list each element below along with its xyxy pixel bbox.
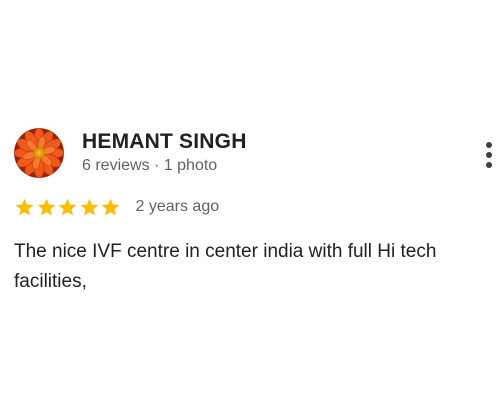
- author-name[interactable]: HEMANT SINGH: [82, 130, 247, 154]
- star-icon: [58, 198, 77, 215]
- star-icon: [80, 198, 98, 215]
- rating-row: 2 years ago: [14, 196, 219, 218]
- flower-avatar-icon: [14, 128, 64, 178]
- star-icon: [37, 198, 55, 215]
- more-options-button[interactable]: [478, 138, 500, 172]
- star-icon: [15, 198, 34, 215]
- review-time: 2 years ago: [135, 198, 220, 215]
- avatar[interactable]: [14, 128, 64, 178]
- author-meta[interactable]: 6 reviews · 1 photo: [82, 157, 217, 175]
- review-text: The nice IVF centre in center india with…: [14, 241, 437, 292]
- star-icon: [101, 198, 120, 215]
- review-card: HEMANT SINGH 6 reviews · 1 photo 2 years…: [0, 0, 500, 400]
- star-rating: [14, 197, 122, 218]
